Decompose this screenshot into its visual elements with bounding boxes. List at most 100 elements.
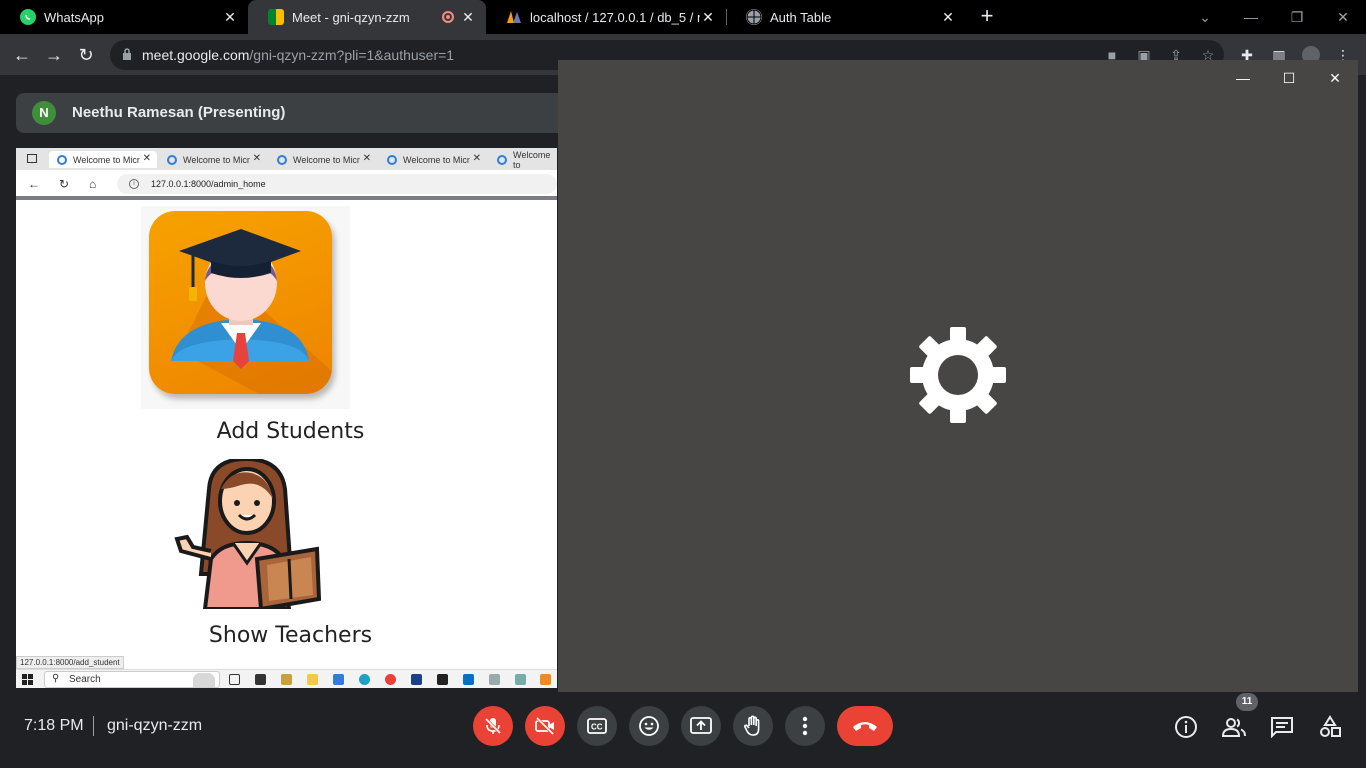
minimize-button[interactable]: — <box>1230 68 1256 88</box>
shared-url-field: i 127.0.0.1:8000/admin_home <box>117 174 557 194</box>
vscode-icon <box>463 674 474 685</box>
presenter-name: Neethu Ramesan (Presenting) <box>72 104 286 121</box>
search-highlight-icon <box>193 673 215 687</box>
task-view-icon <box>229 674 240 685</box>
app-icon <box>281 674 292 685</box>
raise-hand-button[interactable] <box>733 706 773 746</box>
shared-screen: Welcome to Micr ✕ Welcome to Micr ✕ Welcom… <box>16 148 557 688</box>
shared-tab: Welcome to Micr ✕ <box>269 151 377 168</box>
forward-button[interactable]: → <box>41 42 67 68</box>
svg-text:CC: CC <box>591 723 603 732</box>
shared-address-bar: ← ↻ ⌂ i 127.0.0.1:8000/admin_home <box>16 170 557 200</box>
activities-icon <box>1320 715 1341 737</box>
app-icon <box>411 674 422 685</box>
recording-icon <box>442 11 454 23</box>
meet-stage: N Neethu Ramesan (Presenting) Welcome to… <box>0 60 1366 768</box>
taskbar-search-box: ⚲ Search <box>44 671 220 688</box>
close-icon: ✕ <box>362 153 371 164</box>
url-host: meet.google.com <box>142 47 250 63</box>
tab-phpmyadmin[interactable]: localhost / 127.0.0.1 / db_5 / mya ✕ <box>486 0 726 34</box>
shared-tab: Welcome to Micr ✕ <box>379 151 487 168</box>
shared-tab-title: Welcome to Micr <box>403 154 470 165</box>
presenter-avatar: N <box>32 101 56 125</box>
url-text: meet.google.com/gni-qzyn-zzm?pli=1&authu… <box>142 47 454 63</box>
shared-tab: Welcome to <box>489 149 557 170</box>
maximize-button[interactable]: ☐ <box>1276 68 1302 88</box>
captions-button[interactable]: CC <box>577 706 617 746</box>
reload-button[interactable]: ↻ <box>73 42 99 68</box>
tab-search-icon[interactable]: ⌄ <box>1182 0 1228 34</box>
browser-tabstrip: WhatsApp ✕ Meet - gni-qzyn-zzm ✕ localho… <box>0 0 1366 34</box>
close-icon[interactable]: ✕ <box>460 9 476 25</box>
chat-icon <box>1271 717 1293 738</box>
close-icon[interactable]: ✕ <box>700 9 716 25</box>
close-icon: ✕ <box>142 153 151 164</box>
leave-call-button[interactable] <box>837 706 893 746</box>
tab-auth-table[interactable]: Auth Table ✕ <box>726 0 966 34</box>
microphone-toggle-button[interactable] <box>473 706 513 746</box>
back-icon: ← <box>28 177 40 191</box>
close-window-button[interactable]: ✕ <box>1320 0 1366 34</box>
show-teachers-label: Show Teachers <box>208 623 373 648</box>
search-icon: ⚲ <box>52 673 60 684</box>
tab-meet[interactable]: Meet - gni-qzyn-zzm ✕ <box>248 0 486 34</box>
shared-tab-actions-icon <box>27 154 37 163</box>
lock-icon <box>123 48 131 60</box>
shared-taskbar: ⚲ Search <box>16 669 557 688</box>
terminal-icon <box>255 674 266 685</box>
emoji-icon <box>639 716 659 736</box>
restore-window-button[interactable]: ❐ <box>1274 0 1320 34</box>
present-screen-button[interactable] <box>681 706 721 746</box>
gear-icon <box>910 327 1006 423</box>
new-tab-button[interactable]: + <box>976 5 998 28</box>
close-button[interactable]: ✕ <box>1322 68 1348 88</box>
info-icon <box>1175 716 1197 738</box>
people-icon <box>1221 718 1246 737</box>
tab-title: WhatsApp <box>44 9 104 25</box>
meeting-details-button[interactable] <box>1173 714 1199 740</box>
activities-button[interactable] <box>1317 714 1343 740</box>
whatsapp-icon <box>20 9 36 25</box>
shared-browser-tabstrip: Welcome to Micr ✕ Welcome to Micr ✕ Welcom… <box>16 148 557 170</box>
close-icon[interactable]: ✕ <box>222 9 238 25</box>
edge-taskbar-icon <box>359 674 370 685</box>
shared-tab: Welcome to Micr ✕ <box>159 151 267 168</box>
add-students-card <box>141 206 350 409</box>
minimize-window-button[interactable]: — <box>1228 0 1274 34</box>
shared-tab-title: Welcome to Micr <box>73 154 140 165</box>
hand-icon <box>744 715 760 736</box>
camera-toggle-button[interactable] <box>525 706 565 746</box>
chrome-taskbar-icon <box>385 674 396 685</box>
tab-title: Meet - gni-qzyn-zzm <box>292 9 410 25</box>
admin-home-page: Add Students Show Teachers <box>16 204 557 656</box>
url-path: /gni-qzyn-zzm?pli=1&authuser=1 <box>249 47 455 63</box>
meeting-time: 7:18 PM <box>24 717 84 734</box>
shared-tab-title: Welcome to Micr <box>183 154 250 165</box>
edge-icon <box>167 154 177 165</box>
shared-tab-title: Welcome to Micr <box>293 154 360 165</box>
globe-icon <box>746 9 762 25</box>
tab-whatsapp[interactable]: WhatsApp ✕ <box>0 0 248 34</box>
shared-tab-title: Welcome to <box>513 149 551 170</box>
edge-icon <box>387 154 397 165</box>
people-button[interactable] <box>1221 714 1247 740</box>
back-button[interactable]: ← <box>9 42 35 68</box>
xampp-icon <box>540 674 551 685</box>
close-icon[interactable]: ✕ <box>940 9 956 25</box>
reactions-button[interactable] <box>629 706 669 746</box>
camera-off-icon <box>535 716 555 736</box>
more-vert-icon <box>802 716 808 736</box>
floating-window: — ☐ ✕ <box>558 60 1358 692</box>
shared-tab: Welcome to Micr ✕ <box>49 151 157 168</box>
home-icon: ⌂ <box>89 177 97 191</box>
meeting-code: gni-qzyn-zzm <box>107 717 203 734</box>
link-status-tooltip: 127.0.0.1:8000/add_student <box>16 656 124 669</box>
more-options-button[interactable] <box>785 706 825 746</box>
tab-title: localhost / 127.0.0.1 / db_5 / mya <box>530 9 700 25</box>
chat-button[interactable] <box>1269 714 1295 740</box>
close-icon: ✕ <box>472 153 481 164</box>
refresh-icon: ↻ <box>59 177 70 191</box>
participant-count-badge: 11 <box>1236 693 1258 711</box>
shared-url: 127.0.0.1:8000/admin_home <box>151 179 266 189</box>
present-icon <box>690 717 712 734</box>
